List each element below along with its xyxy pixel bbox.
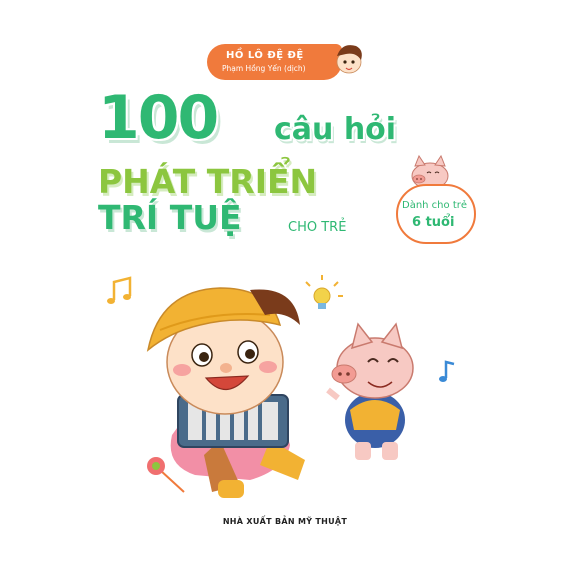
author-name: HỒ LÔ ĐỆ ĐỆ xyxy=(226,50,304,61)
title-suffix: CHO TRẺ xyxy=(288,220,347,235)
music-note-icon xyxy=(107,276,132,304)
age-label: Dành cho trẻ xyxy=(402,200,467,211)
pig-character xyxy=(326,322,414,460)
age-badge xyxy=(396,184,476,244)
boy-head-icon xyxy=(336,45,362,74)
age-value: 6 tuổi xyxy=(412,215,455,230)
title-line-1: PHÁT TRIỂN xyxy=(98,162,318,201)
lightbulb-icon xyxy=(305,275,343,309)
translator-name: Phạm Hồng Yến (dịch) xyxy=(222,64,306,73)
book-cover: HỒ LÔ ĐỆ ĐỆ Phạm Hồng Yến (dịch) 100 câu… xyxy=(0,0,570,570)
title-number: 100 xyxy=(98,83,219,153)
title-line-2: TRÍ TUỆ xyxy=(98,198,242,237)
music-note-icon xyxy=(439,360,455,382)
publisher-name: NHÀ XUẤT BẢN MỸ THUẬT xyxy=(222,517,348,526)
boy-character xyxy=(146,287,305,498)
cover-illustration xyxy=(107,275,455,498)
title-word: câu hỏi xyxy=(274,112,397,147)
